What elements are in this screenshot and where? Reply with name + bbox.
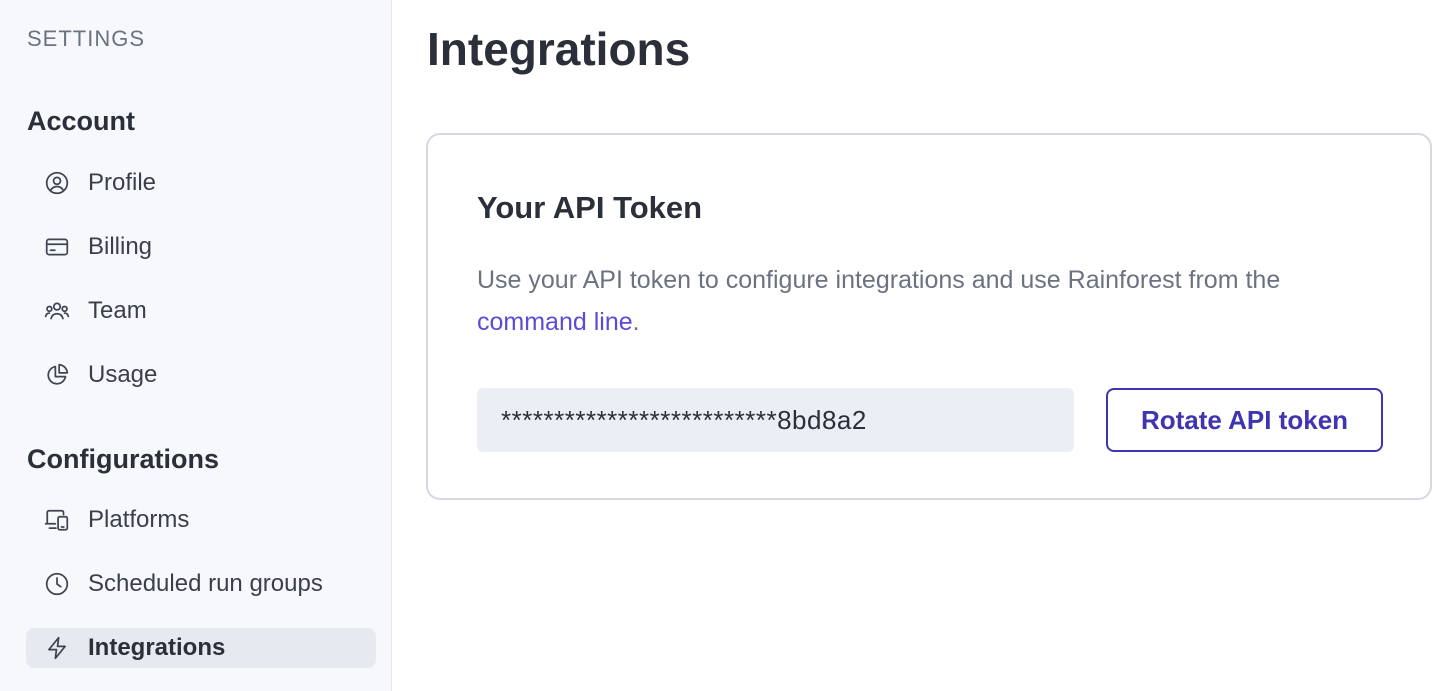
- sidebar-item-label: Scheduled run groups: [88, 570, 323, 597]
- rotate-api-token-button[interactable]: Rotate API token: [1106, 388, 1383, 452]
- sidebar-item-label: Integrations: [88, 634, 226, 661]
- description-text: Use your API token to configure integrat…: [477, 266, 1281, 294]
- sidebar-item-platforms[interactable]: Platforms: [26, 500, 376, 540]
- sidebar-item-label: Platforms: [88, 506, 190, 533]
- credit-card-icon: [44, 234, 70, 260]
- devices-icon: [44, 507, 70, 533]
- command-line-link[interactable]: command line: [477, 308, 633, 336]
- sidebar-item-integrations[interactable]: Integrations: [26, 628, 376, 668]
- api-token-card: Your API Token Use your API token to con…: [426, 133, 1432, 500]
- users-icon: [44, 298, 70, 324]
- user-circle-icon: [44, 170, 70, 196]
- sidebar-item-usage[interactable]: Usage: [26, 355, 376, 395]
- sidebar-item-scheduled-run-groups[interactable]: Scheduled run groups: [26, 564, 376, 604]
- settings-sidebar: SETTINGS Account Profile Billing Team Us…: [0, 0, 392, 691]
- clock-icon: [44, 571, 70, 597]
- settings-label: SETTINGS: [27, 26, 146, 51]
- description-suffix: .: [632, 308, 640, 336]
- page-title: Integrations: [427, 23, 691, 75]
- configurations-heading: Configurations: [27, 444, 219, 474]
- chart-pie-icon: [44, 362, 70, 388]
- sidebar-item-label: Usage: [88, 361, 158, 388]
- sidebar-item-profile[interactable]: Profile: [26, 163, 376, 203]
- card-title: Your API Token: [477, 190, 703, 225]
- sidebar-item-label: Billing: [88, 233, 153, 260]
- settings-page: SETTINGS Account Profile Billing Team Us…: [0, 0, 1454, 691]
- account-heading: Account: [27, 106, 135, 136]
- sidebar-item-billing[interactable]: Billing: [26, 227, 376, 267]
- lightning-bolt-icon: [44, 635, 70, 661]
- api-token-field[interactable]: **************************8bd8a2: [477, 388, 1074, 452]
- sidebar-item-team[interactable]: Team: [26, 291, 376, 331]
- card-description: Use your API token to configure integrat…: [477, 259, 1377, 343]
- sidebar-item-label: Team: [88, 297, 147, 324]
- sidebar-item-label: Profile: [88, 169, 157, 196]
